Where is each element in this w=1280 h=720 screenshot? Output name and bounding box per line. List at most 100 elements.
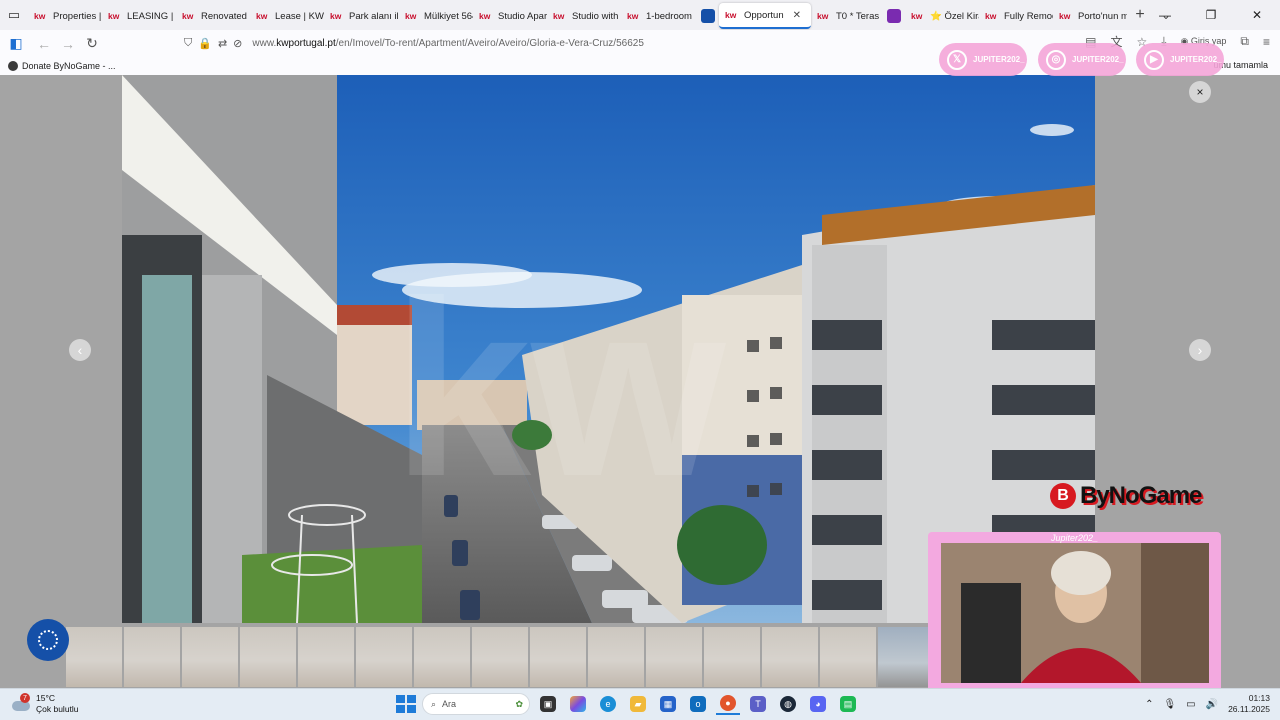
bookmark-item[interactable]: Donate ByNoGame - ... — [8, 61, 116, 71]
photo-thumbnail[interactable] — [66, 627, 122, 687]
microphone-icon[interactable]: 🎙 — [1163, 699, 1176, 710]
photo-thumbnail[interactable] — [646, 627, 702, 687]
photo-thumbnail[interactable] — [356, 627, 412, 687]
tracking-icon[interactable]: ⊘ — [233, 37, 242, 50]
social-handle: JUPITER202_ — [1072, 55, 1124, 64]
social-link: ◎ JUPITER202_ — [1038, 43, 1126, 76]
browser-tab[interactable]: kw ⭐ Özel Kira — [905, 3, 979, 29]
discord-icon[interactable]: ◕ — [806, 693, 830, 715]
address-bar[interactable]: ⛉ 🔒 ⇄ ⊘ www.kwportugal.pt/en/Imovel/To-r… — [176, 33, 936, 54]
browser-tab[interactable]: kw Fully Remod — [979, 3, 1053, 29]
photo-thumbnail[interactable] — [530, 627, 586, 687]
search-highlight-icon: ✿ — [515, 698, 523, 709]
steam-icon[interactable]: ◍ — [776, 693, 800, 715]
photo-thumbnail[interactable] — [414, 627, 470, 687]
browser-tab[interactable]: kw Renovated 2 — [176, 3, 250, 29]
photo-thumbnail[interactable] — [878, 627, 930, 687]
extensions-icon[interactable]: ⧉ — [1240, 34, 1249, 49]
menu-icon[interactable]: ≡ — [1263, 35, 1270, 49]
tab-label: Mülkiyet 564 — [424, 10, 473, 22]
shield-icon[interactable]: ⛉ — [184, 37, 192, 50]
fingerprint-icon — [38, 630, 58, 650]
browser-tab[interactable]: kw Mülkiyet 564 — [399, 3, 473, 29]
taskbar-apps: ⌕ Ara ✿ ▣ e ▰ ▦ o ● T ◍ ◕ ▤ — [394, 693, 860, 715]
close-window-icon[interactable]: ✕ — [1234, 0, 1280, 30]
file-explorer-icon[interactable]: ▰ — [626, 693, 650, 715]
tab-label: Park alanı ile — [349, 10, 399, 22]
close-viewer-button[interactable]: × — [1189, 81, 1211, 103]
lock-icon[interactable]: 🔒 — [198, 37, 212, 50]
url-text[interactable]: www.kwportugal.pt/en/Imovel/To-rent/Apar… — [252, 38, 644, 49]
photo-viewer: kw ‹ › × B ByNoGame Jupiter202_ — [0, 75, 1280, 692]
previous-photo-button[interactable]: ‹ — [69, 339, 91, 361]
volume-icon[interactable]: 🔊 — [1206, 699, 1218, 710]
webcam-name: Jupiter202_ — [1050, 533, 1099, 543]
kw-favicon-icon: kw — [817, 11, 829, 21]
close-tab-icon[interactable]: ✕ — [793, 10, 801, 21]
youtube-icon: ▶ — [1144, 49, 1164, 70]
edge-icon[interactable]: e — [596, 693, 620, 715]
kw-favicon-icon: kw — [108, 11, 120, 21]
social-link: ▶ JUPITER202_ — [1136, 43, 1224, 76]
store-icon[interactable]: ▦ — [656, 693, 680, 715]
browser-tab[interactable]: kw Porto'nun me — [1053, 3, 1127, 29]
browser-tab[interactable]: kw Studio Apart — [473, 3, 547, 29]
browser-tab[interactable] — [695, 3, 719, 29]
photo-thumbnail[interactable] — [472, 627, 528, 687]
browser-tab[interactable]: kw 1-bedroom a — [621, 3, 695, 29]
task-view-icon[interactable]: ▣ — [536, 693, 560, 715]
bookmark-label: Donate ByNoGame - ... — [22, 61, 116, 71]
tab-label: ⭐ Özel Kira — [930, 10, 979, 22]
browser-tab[interactable]: kw Lease | KW — [250, 3, 324, 29]
tab-label: Opportun — [744, 9, 784, 21]
photo-thumbnail[interactable] — [124, 627, 180, 687]
tray-overflow-chevron-icon[interactable]: ⌃ — [1145, 699, 1153, 710]
network-icon[interactable]: ▭ — [1186, 699, 1195, 710]
next-photo-button[interactable]: › — [1189, 339, 1211, 361]
tab-label: T0 * Teras * C — [836, 10, 881, 22]
browser-tab[interactable]: kw Opportun ✕ — [719, 3, 811, 29]
kw-favicon-icon: kw — [1059, 11, 1071, 21]
copilot-icon[interactable] — [566, 693, 590, 715]
photo-thumbnail[interactable] — [240, 627, 296, 687]
teams-icon[interactable]: T — [746, 693, 770, 715]
tab-label: Renovated 2 — [201, 10, 250, 22]
browser-tab[interactable]: kw Properties | K — [28, 3, 102, 29]
sidebar-toggle-icon[interactable]: ◧ — [4, 32, 28, 56]
forward-icon[interactable]: → — [56, 32, 80, 56]
photo-thumbnail[interactable] — [588, 627, 644, 687]
clock[interactable]: 01:13 26.11.2025 — [1228, 693, 1270, 715]
weather-description: Çok bulutlu — [36, 704, 79, 714]
photo-thumbnail[interactable] — [820, 627, 876, 687]
start-button[interactable] — [394, 693, 416, 715]
browser-tab[interactable] — [881, 3, 905, 29]
permissions-icon[interactable]: ⇄ — [218, 37, 227, 50]
maximize-icon[interactable]: ❐ — [1188, 0, 1234, 30]
photo-thumbnail[interactable] — [704, 627, 760, 687]
kw-favicon-icon: kw — [553, 11, 565, 21]
fingerprint-button[interactable] — [27, 619, 69, 661]
photo-thumbnail[interactable] — [182, 627, 238, 687]
tab-strip: ▭ kw Properties | K kw LEASING | IT kw Renova… — [0, 0, 1280, 30]
clock-time: 01:13 — [1248, 693, 1270, 703]
browser-tab[interactable]: kw T0 * Teras * C — [811, 3, 881, 29]
reload-icon[interactable]: ↻ — [80, 32, 104, 56]
browser-tab[interactable]: kw Park alanı ile — [324, 3, 399, 29]
firefox-icon[interactable]: ● — [716, 693, 740, 715]
tab-list-icon[interactable]: ▭ — [0, 0, 28, 30]
game-app-icon[interactable]: ▤ — [836, 693, 860, 715]
taskbar-search[interactable]: ⌕ Ara ✿ — [422, 693, 530, 715]
browser-tab[interactable]: kw LEASING | IT — [102, 3, 176, 29]
photo-thumbnail[interactable] — [298, 627, 354, 687]
back-icon[interactable]: ← — [32, 32, 56, 56]
browser-tab[interactable]: kw Studio with t — [547, 3, 621, 29]
thumbnail-strip — [66, 627, 930, 687]
minimize-icon[interactable]: — — [1142, 0, 1188, 30]
outlook-icon[interactable]: o — [686, 693, 710, 715]
kw-favicon-icon: kw — [911, 11, 923, 21]
kw-favicon-icon: kw — [479, 11, 491, 21]
weather-widget[interactable]: 7 15°C Çok bulutlu — [12, 693, 79, 715]
social-handle: JUPITER202_ — [1170, 55, 1222, 64]
tab-list: kw Properties | K kw LEASING | IT kw Renovate… — [28, 0, 1127, 30]
photo-thumbnail[interactable] — [762, 627, 818, 687]
